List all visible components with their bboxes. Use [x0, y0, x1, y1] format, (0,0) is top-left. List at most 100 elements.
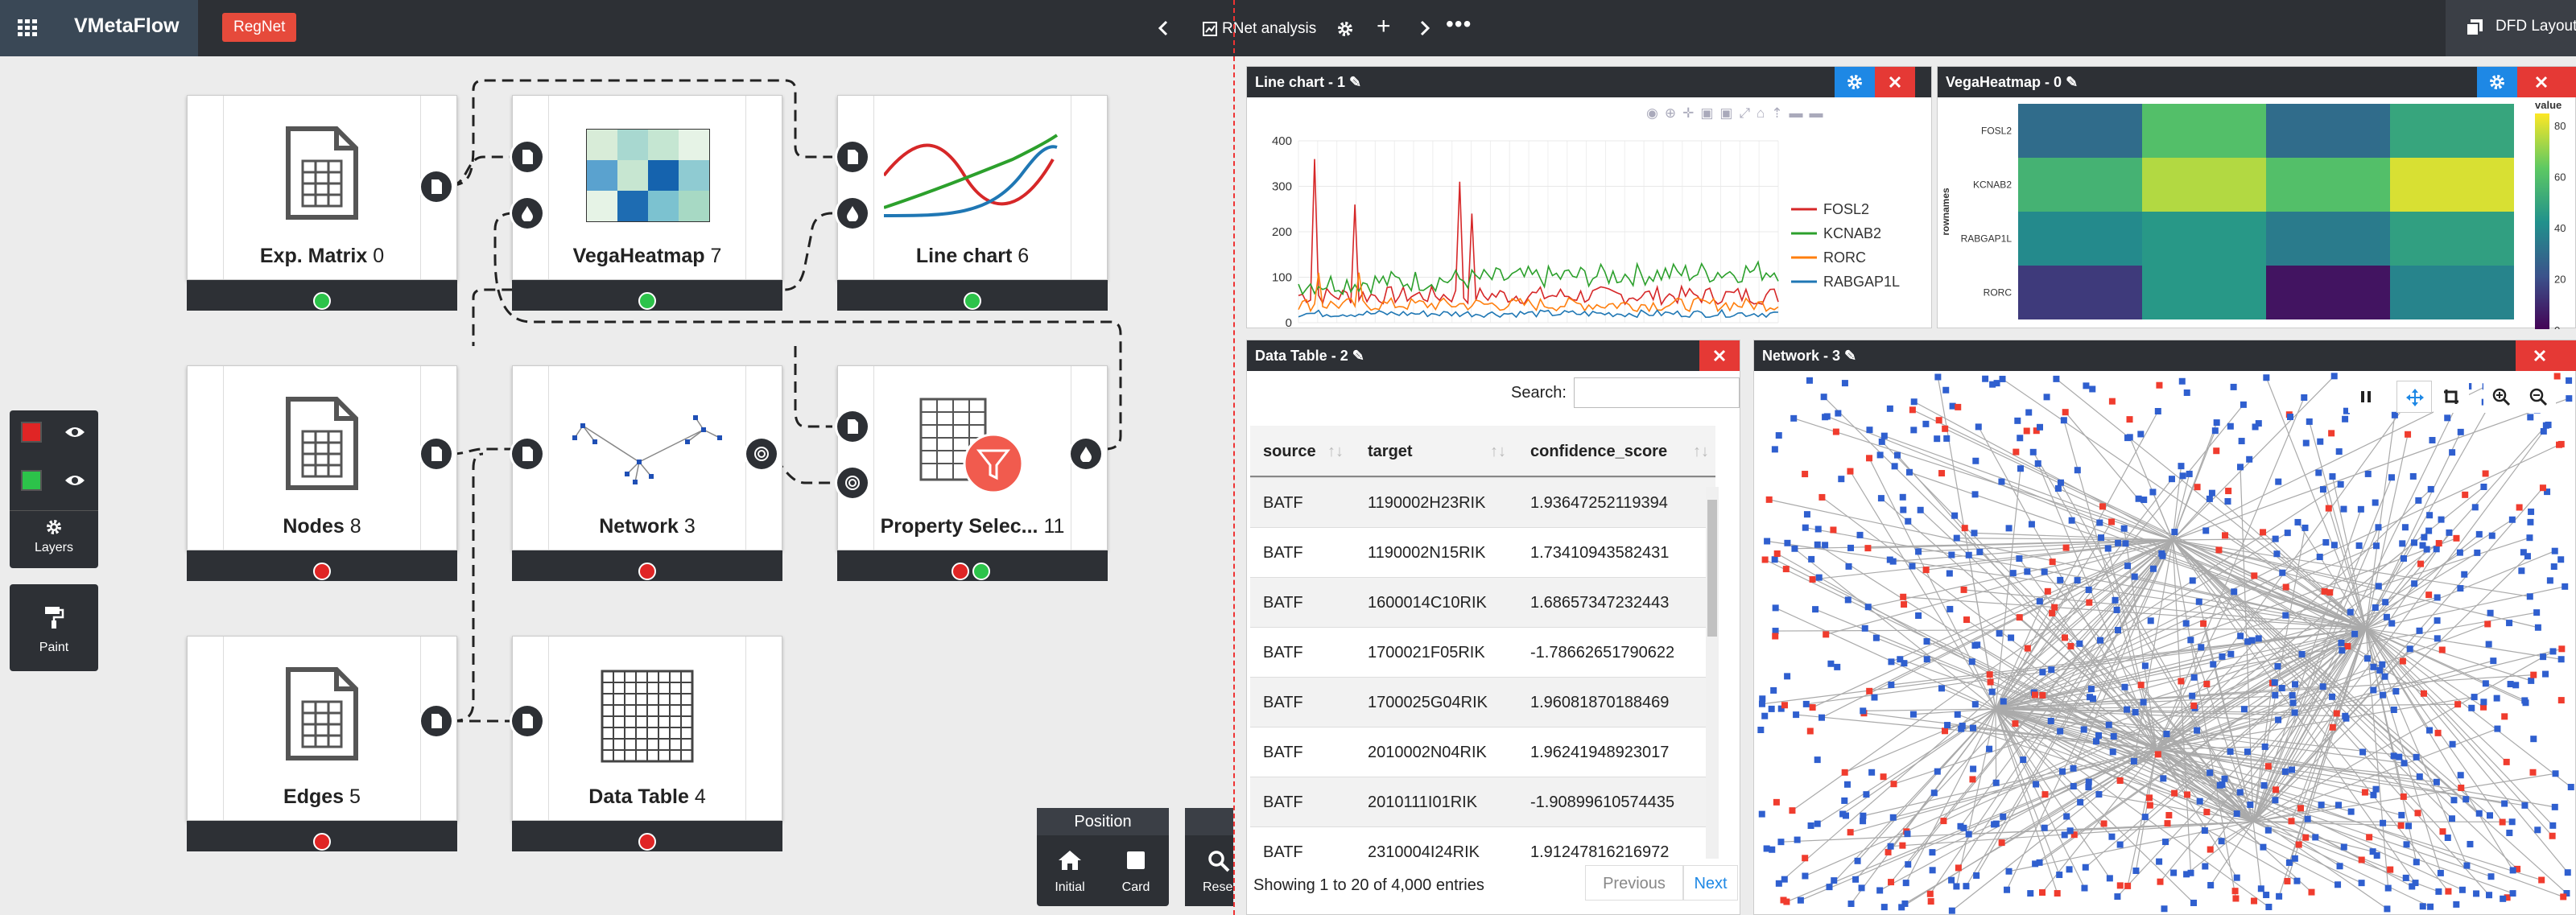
apps-grid-icon[interactable]: [18, 19, 37, 37]
table-row[interactable]: BATF 1190002N15RIK 1.73410943582431: [1250, 527, 1715, 577]
node-line-chart[interactable]: Line chart 6: [837, 95, 1108, 311]
series-line-rabgap1l[interactable]: [1298, 308, 1779, 319]
node-edges[interactable]: Edges 5: [187, 636, 457, 851]
input-port[interactable]: [837, 142, 868, 172]
column-header[interactable]: source: [1263, 426, 1316, 477]
heatmap-cell[interactable]: [2266, 104, 2390, 158]
node-exp-matrix[interactable]: Exp. Matrix 0: [187, 95, 457, 311]
input-port[interactable]: [837, 411, 868, 442]
heatmap-cell[interactable]: [2266, 212, 2390, 266]
close-button[interactable]: [1875, 67, 1915, 97]
sort-icon[interactable]: ↑↓: [1327, 426, 1344, 477]
close-button[interactable]: [2516, 340, 2576, 371]
scrollbar[interactable]: [1706, 487, 1719, 859]
sort-icon[interactable]: ↑↓: [1490, 426, 1506, 477]
table-row[interactable]: BATF 1700021F05RIK -1.78662651790622: [1250, 627, 1715, 677]
node-vegaheatmap[interactable]: VegaHeatmap 7: [512, 95, 782, 311]
network-node: [2400, 793, 2407, 800]
legend-label[interactable]: FOSL2: [1823, 201, 1869, 217]
table-row[interactable]: BATF 1700025G04RIK 1.96081870188469: [1250, 677, 1715, 727]
table-row[interactable]: BATF 2010111I01RIK -1.90899610574435: [1250, 777, 1715, 826]
close-button[interactable]: [1699, 340, 1740, 371]
legend-label[interactable]: KCNAB2: [1823, 225, 1881, 241]
fit-button[interactable]: [2434, 381, 2469, 413]
heatmap-cell[interactable]: [2142, 158, 2266, 212]
project-tag[interactable]: RegNet: [222, 13, 297, 42]
close-button[interactable]: [2517, 67, 2576, 97]
sort-icon[interactable]: ↑↓: [1693, 426, 1709, 477]
input-port[interactable]: [837, 198, 868, 229]
zoom-in-button[interactable]: [2483, 381, 2519, 413]
reset-button[interactable]: Rese: [1185, 835, 1233, 906]
paint-button[interactable]: Paint: [10, 584, 98, 671]
card-button[interactable]: Card: [1103, 835, 1169, 906]
heatmap-cell[interactable]: [2390, 212, 2514, 266]
node-data-table[interactable]: Data Table 4: [512, 636, 782, 851]
line-chart[interactable]: 0 100 200 300 400 FOSL2 KCNAB2 RORC RABGAP1L: [1247, 97, 1933, 329]
eye-icon[interactable]: [64, 473, 85, 488]
input-port[interactable]: [512, 142, 543, 172]
network-node: [1839, 810, 1847, 818]
network-node: [2567, 784, 2574, 791]
heatmap-chart[interactable]: FOSL2 KCNAB2 RABGAP1L RORC rownames value 80 60…: [1938, 97, 2576, 329]
more-icon[interactable]: •••: [1446, 11, 1472, 37]
table-row[interactable]: BATF 2010002N04RIK 1.96241948923017: [1250, 727, 1715, 777]
legend-label[interactable]: RORC: [1823, 249, 1866, 266]
node-nodes[interactable]: Nodes 8: [187, 365, 457, 581]
table-row[interactable]: BATF 2310004I24RIK 1.91247816216972: [1250, 826, 1715, 859]
add-tab-icon[interactable]: +: [1377, 13, 1391, 40]
layer-red-swatch[interactable]: [21, 422, 42, 443]
chevron-right-icon[interactable]: [1417, 13, 1433, 43]
gear-icon[interactable]: [45, 518, 63, 536]
node-network[interactable]: Network 3: [512, 365, 782, 581]
heatmap-cell[interactable]: [2266, 158, 2390, 212]
node-property-selector[interactable]: Property Selec... 11: [837, 365, 1108, 581]
pause-button[interactable]: [2348, 381, 2384, 413]
output-port[interactable]: [421, 439, 452, 469]
network-graph[interactable]: [1754, 371, 2576, 915]
heatmap-cell[interactable]: [2018, 266, 2142, 319]
output-port[interactable]: [1071, 439, 1101, 469]
settings-button[interactable]: [1835, 67, 1875, 97]
output-port[interactable]: [421, 706, 452, 736]
dfd-layout-button[interactable]: DFD Layout: [2446, 0, 2576, 56]
initial-button[interactable]: Initial: [1037, 835, 1103, 906]
layer-green-swatch[interactable]: [21, 470, 42, 491]
heatmap-cell[interactable]: [2018, 212, 2142, 266]
network-node: [1847, 468, 1854, 475]
previous-button[interactable]: Previous: [1585, 865, 1683, 901]
heatmap-cell[interactable]: [2142, 212, 2266, 266]
next-button[interactable]: Next: [1683, 865, 1738, 901]
dataflow-canvas[interactable]: Exp. Matrix 0 VegaHeatmap 7 Line chart 6…: [0, 56, 1233, 915]
tab-rnet-analysis[interactable]: RNet analysis: [1198, 10, 1359, 48]
table-row[interactable]: BATF 1190002H23RIK 1.93647252119394: [1250, 477, 1715, 527]
input-port[interactable]: [512, 439, 543, 469]
legend-label[interactable]: RABGAP1L: [1823, 274, 1900, 290]
gear-icon: [2490, 75, 2504, 89]
output-port[interactable]: [421, 171, 452, 202]
input-port[interactable]: [837, 468, 868, 498]
pan-button[interactable]: [2396, 381, 2432, 413]
column-header[interactable]: confidence_score: [1530, 426, 1667, 477]
heatmap-cell[interactable]: [2390, 158, 2514, 212]
input-port[interactable]: [512, 198, 543, 229]
heatmap-cell[interactable]: [2390, 266, 2514, 319]
settings-button[interactable]: [2477, 67, 2517, 97]
search-input[interactable]: [1574, 377, 1740, 408]
column-header[interactable]: target: [1368, 426, 1413, 477]
chevron-left-icon[interactable]: [1151, 13, 1175, 43]
table-row[interactable]: BATF 1600014C10RIK 1.68657347232443: [1250, 577, 1715, 627]
heatmap-cell[interactable]: [2142, 104, 2266, 158]
zoom-out-button[interactable]: [2520, 381, 2556, 413]
heatmap-cell[interactable]: [2142, 266, 2266, 319]
eye-icon[interactable]: [64, 425, 85, 439]
gear-icon[interactable]: [1336, 20, 1354, 38]
heatmap-cell[interactable]: [2018, 158, 2142, 212]
input-port[interactable]: [512, 706, 543, 736]
heatmap-cell[interactable]: [2266, 266, 2390, 319]
heatmap-cell[interactable]: [2390, 104, 2514, 158]
scrollbar-thumb[interactable]: [1707, 500, 1717, 637]
output-port[interactable]: [746, 439, 777, 469]
split-divider[interactable]: [1233, 0, 1235, 915]
heatmap-cell[interactable]: [2018, 104, 2142, 158]
